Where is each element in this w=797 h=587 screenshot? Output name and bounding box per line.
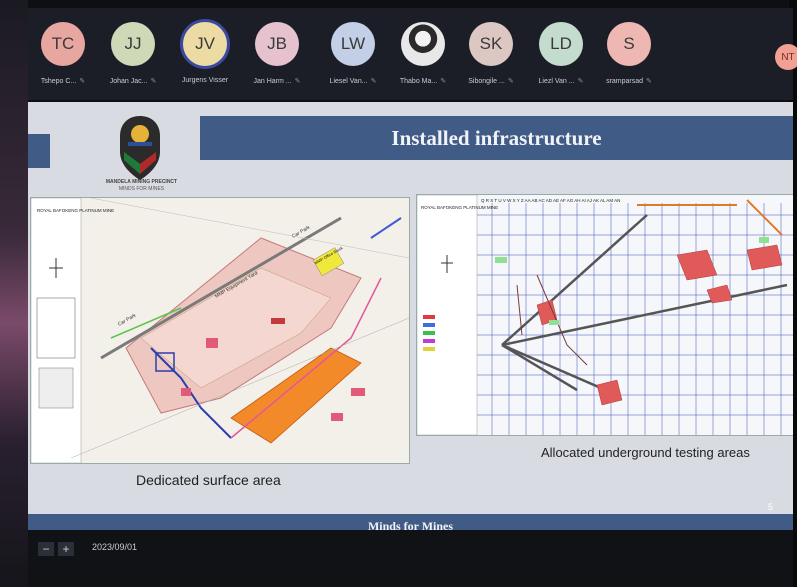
avatar: SK — [469, 22, 513, 66]
participant-tile[interactable]: JB Jan Harm ... ✎ — [242, 22, 312, 102]
avatar: JJ — [111, 22, 155, 66]
map-left-header: ROYAL BAFOKENG PLATINUM MINE — [37, 208, 114, 213]
date-label: 2023/09/01 — [92, 542, 138, 552]
zoom-controls: − + — [38, 542, 74, 556]
participant-name: Liezl Van ... — [538, 78, 575, 85]
logo-title: MANDELA MINING PRECINCT — [105, 179, 178, 185]
caption-surface-area: Dedicated surface area — [136, 472, 281, 488]
left-background — [0, 0, 28, 587]
mandela-mining-logo — [120, 116, 160, 180]
zoom-in-button[interactable]: + — [58, 542, 74, 556]
mic-muted-icon: ✎ — [646, 78, 652, 85]
mic-muted-icon: ✎ — [507, 78, 514, 85]
slide-page-number: 5 — [767, 502, 773, 512]
underground-testing-map: ROYAL BAFOKENG PLATINUM MINE Q R S T U V… — [416, 194, 793, 436]
participant-name: Sibongile ... — [468, 78, 505, 85]
participant-tile[interactable]: TC Tshepo C... ✎ — [28, 22, 98, 102]
mic-muted-icon: ✎ — [294, 78, 301, 85]
avatar: S — [607, 22, 651, 66]
participant-tile[interactable]: JJ Johan Jac... ✎ — [98, 22, 168, 102]
avatar: JV — [183, 22, 227, 66]
participant-name: Thabo Ma... — [399, 78, 438, 85]
logo-subtitle: MINDS FOR MINES — [118, 186, 165, 192]
map-right-header: ROYAL BAFOKENG PLATINUM MINE — [421, 205, 498, 210]
slide-accent-bar — [28, 134, 50, 168]
participant-strip: TC Tshepo C... ✎ JJ Johan Jac... ✎ JV Jurg… — [28, 8, 793, 100]
participant-tile[interactable]: SK Sibongile ... ✎ — [456, 22, 526, 102]
participant-name: Tshepo C... — [40, 78, 77, 85]
avatar: JB — [255, 22, 299, 66]
participant-name: Liesel Van... — [329, 78, 368, 85]
participant-tile-active-speaker[interactable]: JV Jurgens Visser — [170, 22, 240, 102]
car-park-label: Car Park — [117, 312, 138, 327]
shared-slide: Installed infrastructure MANDELA MINING … — [28, 102, 793, 550]
mic-muted-icon: ✎ — [370, 78, 377, 85]
participant-tile[interactable]: LD Liezl Van ... ✎ — [526, 22, 596, 102]
caption-underground-area: Allocated underground testing areas — [541, 445, 750, 460]
slide-title-bar: Installed infrastructure — [200, 116, 793, 160]
participant-name: sramparsad — [606, 78, 644, 85]
participant-name: Johan Jac... — [109, 78, 148, 85]
participant-name: Jurgens Visser — [181, 77, 229, 84]
participant-tile[interactable]: S sramparsad ✎ — [594, 22, 664, 102]
mic-muted-icon: ✎ — [79, 78, 86, 85]
participant-name: Jan Harm ... — [253, 78, 292, 85]
zoom-out-button[interactable]: − — [38, 542, 54, 556]
participant-tile[interactable]: Thabo Ma... ✎ — [388, 22, 458, 102]
mic-muted-icon: ✎ — [150, 78, 157, 85]
mic-muted-icon: ✎ — [440, 78, 447, 85]
bottom-toolbar: − + 2023/09/01 — [28, 530, 793, 587]
avatar: TC — [41, 22, 85, 66]
mic-muted-icon: ✎ — [577, 78, 584, 85]
avatar-photo — [401, 22, 445, 66]
participant-tile[interactable]: LW Liesel Van... ✎ — [318, 22, 388, 102]
grid-column-labels: Q R S T U V W X Y Z AA AB AC AD AE AF AG… — [481, 198, 620, 203]
avatar: LW — [331, 22, 375, 66]
slide-title: Installed infrastructure — [391, 125, 602, 150]
self-avatar[interactable]: NT — [775, 44, 797, 70]
surface-area-map: ROYAL BAFOKENG PLATINUM MINE MMP Office … — [30, 197, 410, 464]
avatar: LD — [539, 22, 583, 66]
